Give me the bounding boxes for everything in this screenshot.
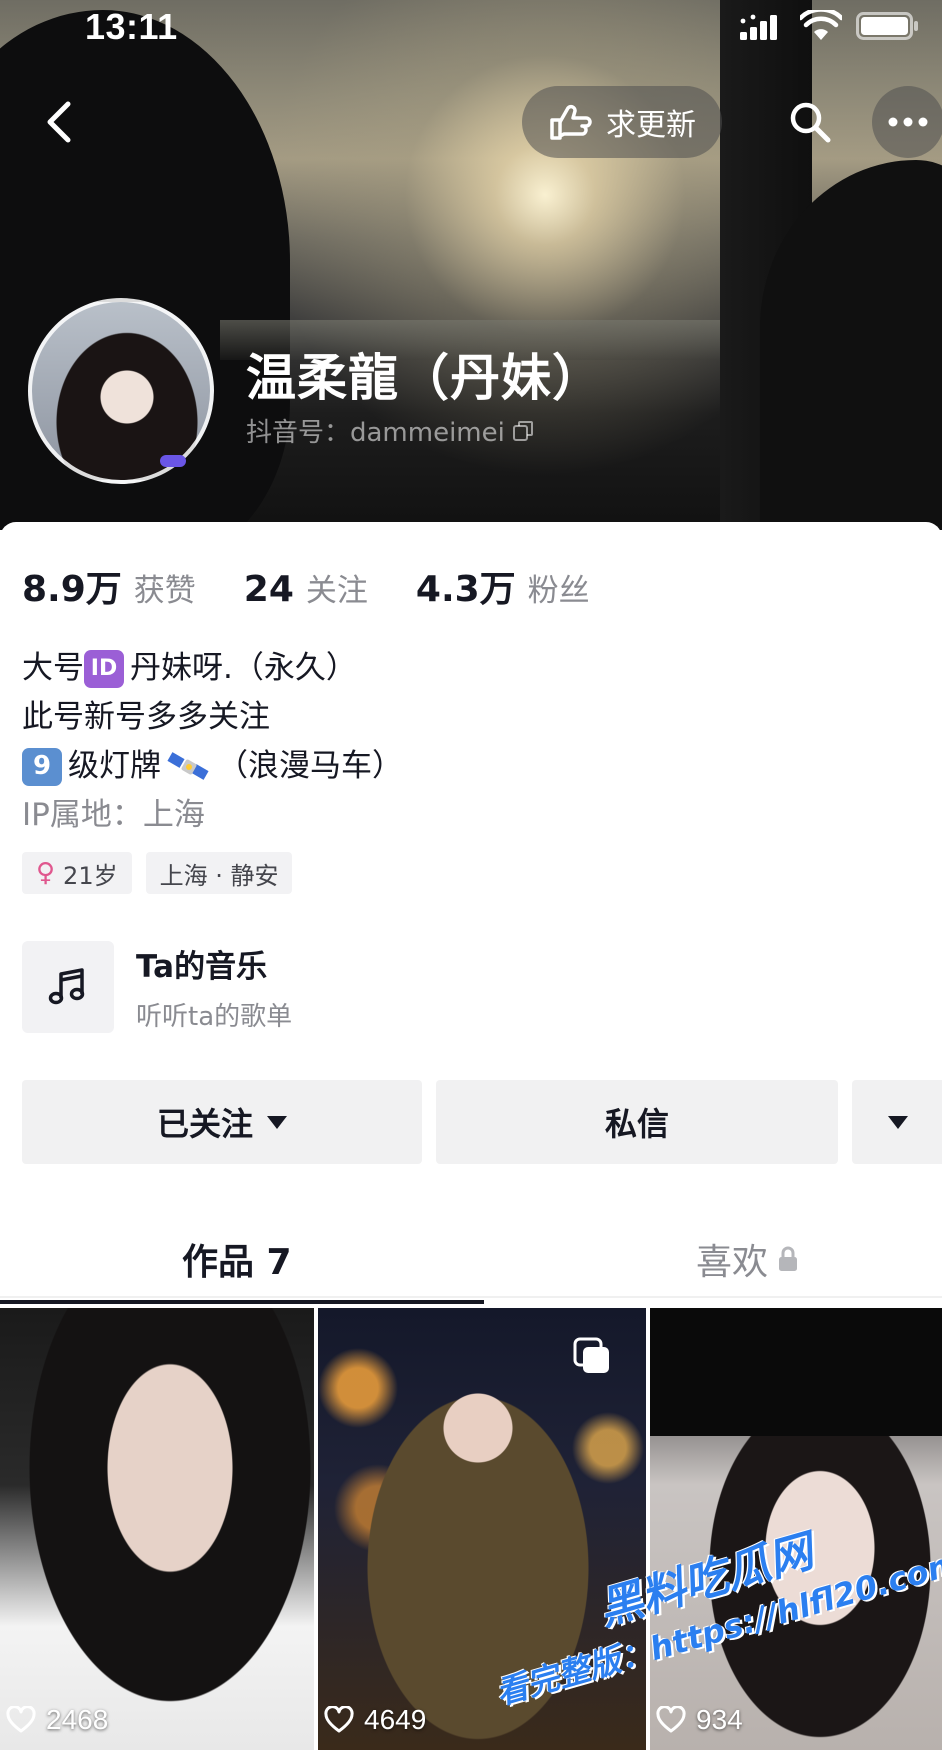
ip-location: IP属地：上海 [22,797,205,833]
stat-likes: 8.9万 获赞 [22,560,196,612]
music-entry[interactable]: Ta的音乐 听听ta的歌单 [22,940,622,1034]
following-label: 已关注 [156,1105,253,1143]
likes-count: 934 [696,1704,743,1735]
bio-line-2: 此号新号多多关注 [22,699,270,735]
location-tag[interactable]: 上海 · 静安 [145,852,293,894]
message-button[interactable]: 私信 [436,1080,838,1164]
bio-prefix: 大号 [22,650,84,686]
more-button[interactable] [872,86,942,158]
satellite-icon [167,751,209,780]
following-button[interactable]: 已关注 [22,1080,422,1164]
more-dots-icon [888,117,928,127]
music-note-icon [48,968,85,1005]
profile-tags: ♀ 21岁 上海 · 静安 [22,852,293,894]
stat-label: 粉丝 [527,573,590,609]
action-row: 已关注 私信 [22,1080,942,1164]
id-emoji-icon: ID [84,649,124,688]
copy-icon [512,420,533,441]
heart-icon [656,1706,686,1733]
bio-level-text: 级灯牌 [68,748,161,784]
bio-suffix: 丹妹呀.（永久） [130,650,357,686]
profile-banner: 13:11 求更新 温柔龍（丹妹） 抖音号：dammeimei [0,0,942,530]
stat-value: 4.3万 [415,569,516,610]
battery-icon [856,12,918,40]
message-label: 私信 [604,1105,669,1143]
stat-value: 24 [243,569,294,610]
stat-following[interactable]: 24 关注 [244,565,368,610]
music-title: Ta的音乐 [136,949,268,985]
stat-followers[interactable]: 4.3万 粉丝 [416,560,590,612]
caret-down-icon [888,1115,908,1129]
stat-label: 关注 [305,573,368,609]
content-tabs: 作品 7 喜欢 [0,1222,942,1298]
heart-icon [6,1706,36,1733]
profile-content: 8.9万 获赞 24 关注 4.3万 粉丝 大号 ID 丹妹呀.（永久） 此号新… [0,522,942,1750]
bio-level-suffix: （浪漫马车） [217,748,403,784]
search-button[interactable] [774,86,846,158]
video-likes: 2468 [6,1704,108,1736]
video-thumbnail[interactable]: 2468 [0,1308,314,1750]
heart-icon [324,1706,354,1733]
keycap-nine-icon: 9 [22,747,62,786]
avatar[interactable] [28,298,214,484]
signal-icon [740,14,777,40]
wifi-icon [800,10,842,40]
video-thumbnail[interactable]: 4649 [318,1308,646,1750]
stat-value: 8.9万 [22,569,122,610]
back-button[interactable] [36,96,82,148]
more-actions-button[interactable] [852,1080,942,1164]
douyin-id[interactable]: 抖音号：dammeimei [246,412,535,449]
status-time: 13:11 [85,6,178,47]
video-likes: 4649 [324,1704,426,1736]
music-icon-box [22,941,114,1033]
stats-row: 8.9万 获赞 24 关注 4.3万 粉丝 [22,560,638,612]
multi-image-icon [573,1337,609,1373]
video-likes: 934 [656,1704,743,1736]
bio: 大号 ID 丹妹呀.（永久） 此号新号多多关注 9 级灯牌 （浪漫马车） IP属… [22,644,403,840]
hand-point-icon [550,104,592,140]
likes-count: 4649 [364,1704,427,1735]
music-text: Ta的音乐 听听ta的歌单 [136,941,292,1033]
bio-line-3: 9 级灯牌 （浪漫马车） [22,742,403,791]
age-text: 21岁 [63,861,118,890]
request-update-button[interactable]: 求更新 [522,86,722,158]
location-text: 上海 · 静安 [159,861,279,890]
music-subtitle: 听听ta的歌单 [136,1002,293,1032]
caret-down-icon [267,1115,287,1129]
douyin-id-text: 抖音号：dammeimei [246,418,505,448]
tab-likes[interactable]: 喜欢 [696,1222,798,1296]
age-tag: ♀ 21岁 [22,852,132,894]
stat-label: 获赞 [133,573,196,609]
request-update-label: 求更新 [606,108,696,143]
search-icon [790,102,831,143]
tab-works[interactable]: 作品 7 [182,1222,292,1296]
chevron-left-icon [47,101,71,143]
status-bar: 13:11 [0,0,942,52]
likes-count: 2468 [46,1704,109,1735]
bio-line-1: 大号 ID 丹妹呀.（永久） [22,644,403,693]
female-icon: ♀ [36,858,56,888]
video-grid: 2468 4649 934 [0,1308,942,1750]
video-thumbnail[interactable]: 934 [650,1308,942,1750]
lock-icon [779,1246,798,1271]
profile-name: 温柔龍（丹妹） [246,349,603,407]
tab-indicator [0,1300,484,1304]
live-badge [160,455,186,467]
tab-likes-label: 喜欢 [696,1242,769,1283]
